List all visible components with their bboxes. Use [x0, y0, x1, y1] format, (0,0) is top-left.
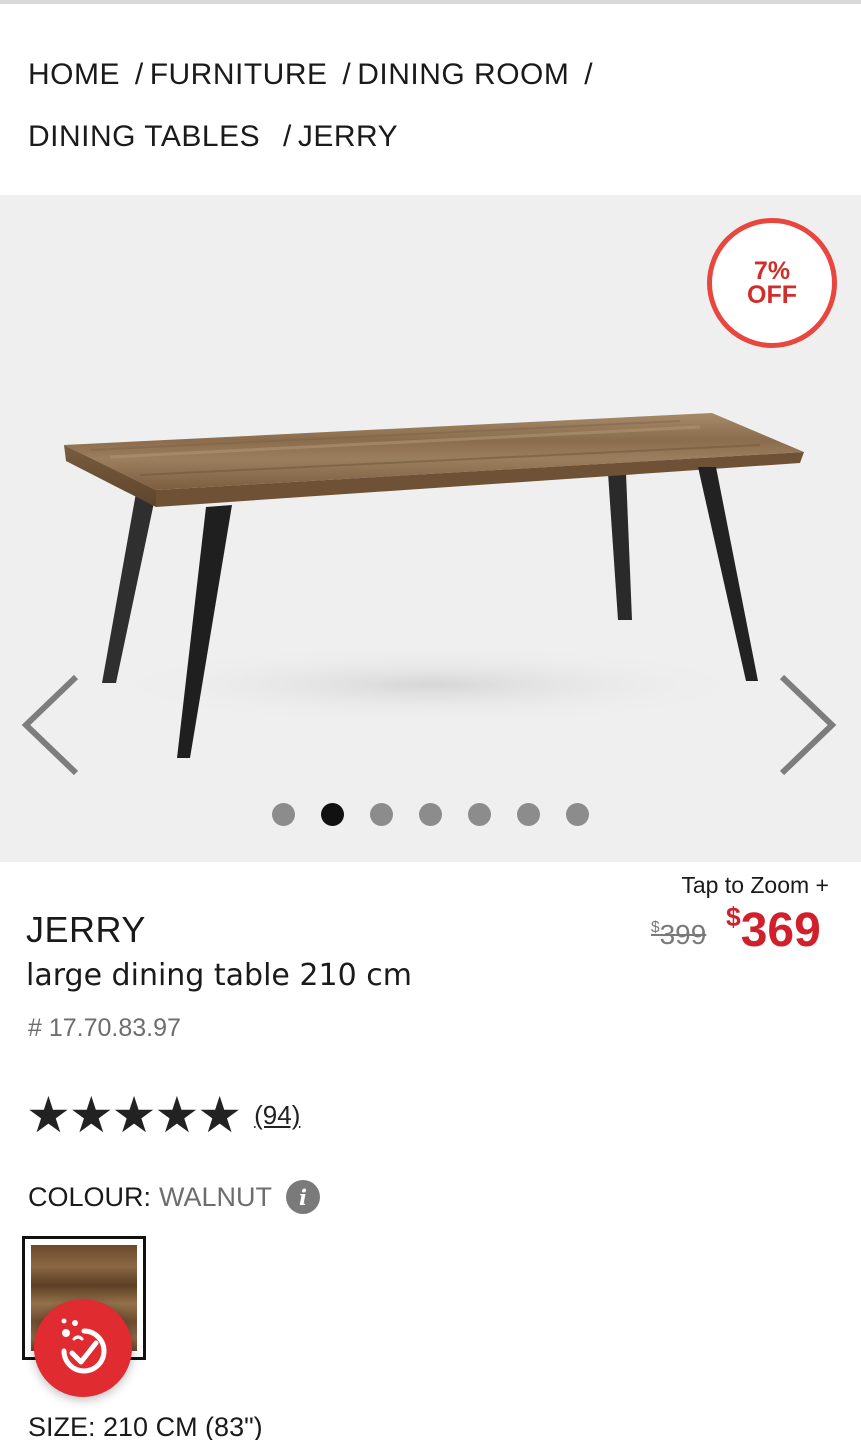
rating-stars-icon: ★★★★★: [26, 1087, 242, 1143]
product-rating: ★★★★★ (94): [26, 1090, 300, 1140]
review-count-link[interactable]: (94): [254, 1100, 300, 1131]
discount-percent: 7%: [753, 257, 791, 285]
info-icon[interactable]: i: [286, 1180, 321, 1214]
product-title: JERRY: [26, 909, 146, 950]
colour-label: COLOUR:: [28, 1181, 152, 1212]
loyalty-badge-icon: [61, 1318, 107, 1374]
gallery-dot[interactable]: [517, 803, 540, 826]
breadcrumb-home[interactable]: HOME: [28, 58, 120, 91]
breadcrumb-separator: /: [584, 58, 594, 91]
breadcrumb-current: JERRY: [297, 120, 399, 153]
breadcrumb-separator: /: [342, 58, 352, 91]
chevron-left-icon: [21, 674, 79, 776]
breadcrumb-dining-room[interactable]: DINING ROOM: [357, 58, 569, 91]
chevron-right-icon: [779, 674, 837, 776]
size-label: SIZE: 210 CM (83"): [28, 1412, 263, 1440]
gallery-dot[interactable]: [370, 803, 393, 826]
gallery-dot[interactable]: [272, 803, 295, 826]
breadcrumb-dining-tables[interactable]: DINING TABLES: [28, 120, 260, 153]
gallery-dot[interactable]: [566, 803, 589, 826]
discount-off-label: OFF: [747, 281, 797, 309]
top-divider: [0, 0, 861, 4]
breadcrumb-furniture[interactable]: FURNITURE: [150, 58, 328, 91]
next-image-button[interactable]: [772, 665, 842, 785]
gallery-dot-active[interactable]: [321, 803, 344, 826]
gallery-dot[interactable]: [419, 803, 442, 826]
original-price: $399: [651, 919, 707, 950]
discount-badge: 7% OFF: [707, 218, 837, 348]
previous-image-button[interactable]: [14, 665, 84, 785]
product-description: large dining table 210 cm: [26, 958, 412, 993]
product-sku: # 17.70.83.97: [28, 1014, 181, 1042]
loyalty-badge-button[interactable]: [34, 1299, 132, 1397]
breadcrumb: HOME / FURNITURE / DINING ROOM / DINING TA…: [28, 44, 828, 168]
colour-selector-label: COLOUR: WALNUT i: [28, 1180, 321, 1214]
breadcrumb-separator: /: [282, 120, 292, 153]
tap-to-zoom[interactable]: Tap to Zoom +: [681, 872, 829, 899]
sale-price: $369: [726, 902, 821, 957]
breadcrumb-separator: /: [134, 58, 144, 91]
gallery-dot[interactable]: [468, 803, 491, 826]
colour-value: WALNUT: [159, 1181, 273, 1212]
gallery-pagination: [0, 803, 861, 826]
